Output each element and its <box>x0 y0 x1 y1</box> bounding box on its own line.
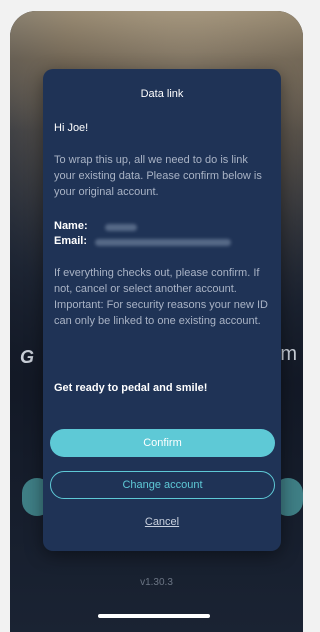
dialog-title: Data link <box>140 88 184 100</box>
home-indicator[interactable] <box>98 614 210 618</box>
background-logo-fragment: G <box>20 347 35 367</box>
background-logo-fragment-right: m <box>280 343 297 365</box>
cancel-link[interactable]: Cancel <box>43 516 281 528</box>
app-version: v1.30.3 <box>140 577 173 588</box>
explanation-text: If everything checks out, please confirm… <box>54 267 260 295</box>
data-link-dialog: Data link Hi Joe! To wrap this up, all w… <box>43 69 281 551</box>
greeting-text: Hi Joe! <box>54 122 89 134</box>
confirm-button[interactable]: Confirm <box>50 429 275 457</box>
email-label: Email: <box>54 235 88 247</box>
explanation-block: If everything checks out, please confirm… <box>54 265 268 329</box>
change-account-button[interactable]: Change account <box>50 471 275 499</box>
security-note: Important: For security reasons your new… <box>54 299 268 327</box>
intro-text: To wrap this up, all we need to do is li… <box>54 154 262 198</box>
name-label: Name: <box>54 220 88 232</box>
email-value-redacted <box>95 239 231 246</box>
tagline: Get ready to pedal and smile! <box>54 382 208 394</box>
name-value-redacted <box>105 224 137 231</box>
